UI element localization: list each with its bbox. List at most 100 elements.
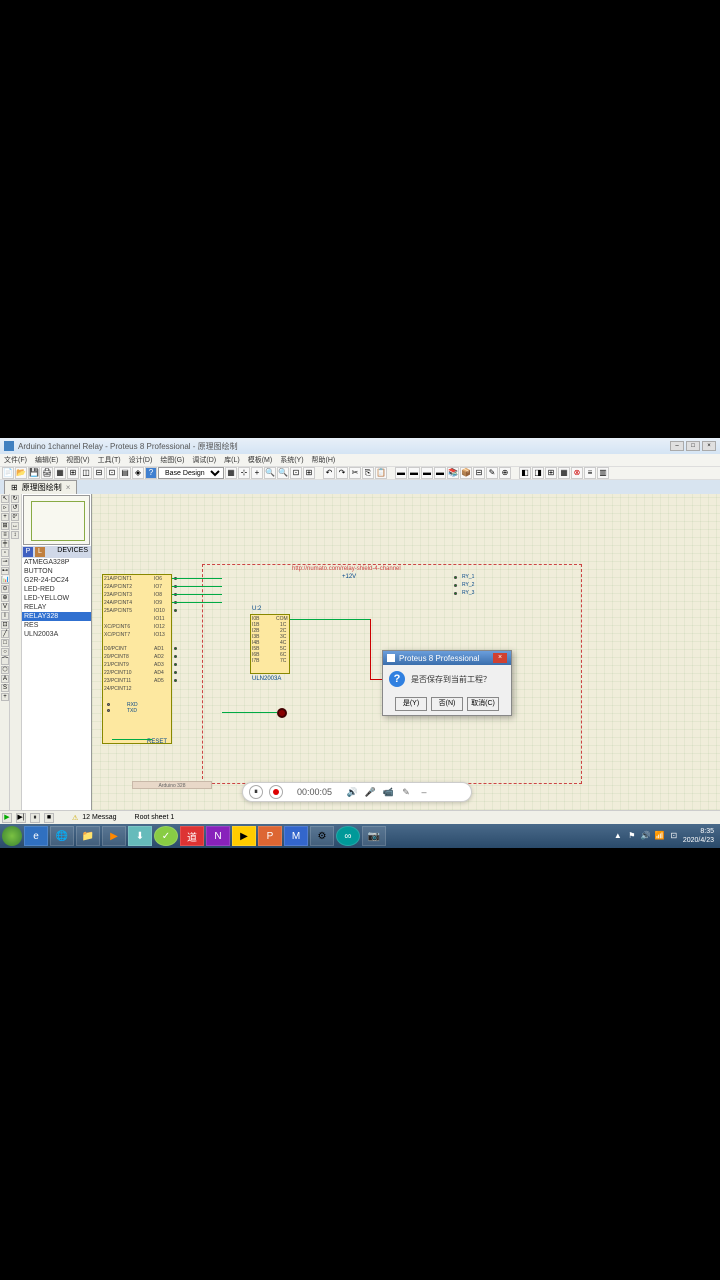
menu-file[interactable]: 文件(F) [4, 455, 27, 465]
gen-tool[interactable]: ⊕ [1, 594, 9, 602]
device-item[interactable]: RES [22, 621, 91, 630]
lib-pick-button[interactable]: L [35, 547, 45, 557]
no-button[interactable]: 否(N) [431, 697, 463, 711]
paste-button[interactable]: 📋 [375, 467, 387, 479]
label-tool[interactable]: ⊞ [1, 522, 9, 530]
help-button[interactable]: ? [145, 467, 157, 479]
device-item[interactable]: LED-YELLOW [22, 594, 91, 603]
schematic-canvas[interactable]: http://numato.com/relay-shield-4-channel… [92, 494, 720, 810]
tape-tool[interactable]: ⊙ [1, 585, 9, 593]
menu-graph[interactable]: 绘图(G) [160, 455, 184, 465]
tool-x[interactable]: ✎ [486, 467, 498, 479]
minimize-button[interactable]: – [670, 441, 684, 451]
text-tool[interactable]: ≡ [1, 531, 9, 539]
device-list[interactable]: ATMEGA328P BUTTON G2R-24-DC24 LED-RED LE… [22, 558, 91, 810]
tab-close-icon[interactable]: × [66, 483, 71, 492]
tool-a[interactable]: ⊞ [67, 467, 79, 479]
cut-button[interactable]: ✂ [349, 467, 361, 479]
messages-label[interactable]: 12 Messag [82, 814, 116, 821]
junction-tool[interactable]: + [1, 513, 9, 521]
taskbar-app[interactable]: e [24, 826, 48, 846]
tool-e[interactable]: ▤ [119, 467, 131, 479]
menu-system[interactable]: 系统(Y) [280, 455, 303, 465]
taskbar-app[interactable]: ▶ [232, 826, 256, 846]
pointer-tool[interactable]: ↖ [1, 495, 9, 503]
dialog-close-button[interactable]: × [493, 653, 507, 663]
tray-icon[interactable]: ⊡ [669, 831, 679, 841]
origin-button[interactable]: + [251, 467, 263, 479]
tray-icon[interactable]: 📶 [655, 831, 665, 841]
bus-tool[interactable]: ╪ [1, 540, 9, 548]
block-c[interactable]: ▬ [421, 467, 433, 479]
record-button[interactable] [269, 785, 283, 799]
device-item[interactable]: BUTTON [22, 567, 91, 576]
arc-tool[interactable]: ⌒ [1, 657, 9, 665]
tray-icon[interactable]: 🔊 [641, 831, 651, 841]
block-a[interactable]: ▬ [395, 467, 407, 479]
tool-f[interactable]: ◈ [132, 467, 144, 479]
tool-6[interactable]: ≡ [584, 467, 596, 479]
pkg-button[interactable]: 📦 [460, 467, 472, 479]
block-b[interactable]: ▬ [408, 467, 420, 479]
taskbar-app[interactable]: ∞ [336, 826, 360, 846]
menu-debug[interactable]: 调试(D) [192, 455, 216, 465]
taskbar-app[interactable]: 🌐 [50, 826, 74, 846]
snap-button[interactable]: ⊹ [238, 467, 250, 479]
menu-help[interactable]: 帮助(H) [312, 455, 336, 465]
mirror-h[interactable]: ↔ [11, 522, 19, 530]
taskbar-app[interactable]: N [206, 826, 230, 846]
tray-icon[interactable]: ⚑ [627, 831, 637, 841]
tool-c[interactable]: ⊟ [93, 467, 105, 479]
probe-i-tool[interactable]: I [1, 612, 9, 620]
block-d[interactable]: ▬ [434, 467, 446, 479]
marker-tool[interactable]: + [1, 693, 9, 701]
new-button[interactable]: 📄 [2, 467, 14, 479]
tool-7[interactable]: ▥ [597, 467, 609, 479]
redo-button[interactable]: ↷ [336, 467, 348, 479]
yes-button[interactable]: 是(Y) [395, 697, 427, 711]
area-button[interactable]: ▦ [54, 467, 66, 479]
taskbar-app[interactable]: P [258, 826, 282, 846]
minimize-icon[interactable]: – [418, 787, 430, 797]
tool-4[interactable]: ▦ [558, 467, 570, 479]
taskbar-app[interactable]: ⚙ [310, 826, 334, 846]
device-item[interactable]: LED-RED [22, 585, 91, 594]
device-item[interactable]: RELAY [22, 603, 91, 612]
tab-schematic[interactable]: ⊞ 原理图绘制 × [4, 480, 77, 494]
taskbar-app[interactable]: ⬇ [128, 826, 152, 846]
taskbar-app[interactable]: M [284, 826, 308, 846]
taskbar-app[interactable]: ▶ [102, 826, 126, 846]
stop-button[interactable]: ■ [44, 813, 54, 823]
menu-template[interactable]: 模板(M) [248, 455, 273, 465]
taskbar-app[interactable]: 📁 [76, 826, 100, 846]
pin-tool[interactable]: ⊷ [1, 567, 9, 575]
decomp-button[interactable]: ⊟ [473, 467, 485, 479]
symbol-tool[interactable]: S [1, 684, 9, 692]
taskbar-app[interactable]: ✓ [154, 826, 178, 846]
taskbar-app[interactable]: 道 [180, 826, 204, 846]
device-item-selected[interactable]: RELAY328 [22, 612, 91, 621]
tool-d[interactable]: ⊡ [106, 467, 118, 479]
rotate-cw[interactable]: ↺ [11, 504, 19, 512]
pause-sim-button[interactable]: ⏸ [30, 813, 40, 823]
dialog-titlebar[interactable]: Proteus 8 Professional × [383, 651, 511, 665]
close-button[interactable]: × [702, 441, 716, 451]
menu-lib[interactable]: 库(L) [224, 455, 240, 465]
clock[interactable]: 8:35 2020/4/23 [683, 827, 714, 845]
open-button[interactable]: 📂 [15, 467, 27, 479]
cancel-button[interactable]: 取消(C) [467, 697, 499, 711]
menu-view[interactable]: 视图(V) [66, 455, 89, 465]
zoom-fit-button[interactable]: ⊡ [290, 467, 302, 479]
char-tool[interactable]: A [1, 675, 9, 683]
line-tool[interactable]: ╱ [1, 630, 9, 638]
print-button[interactable]: 🖨 [41, 467, 53, 479]
lib-button[interactable]: 📚 [447, 467, 459, 479]
probe-v-tool[interactable]: V [1, 603, 9, 611]
pick-button[interactable]: P [23, 547, 33, 557]
menu-design[interactable]: 设计(D) [129, 455, 153, 465]
volume-icon[interactable]: 🔊 [346, 787, 358, 798]
subcircuit-tool[interactable]: ▫ [1, 549, 9, 557]
taskbar-app[interactable]: 📷 [362, 826, 386, 846]
device-item[interactable]: ATMEGA328P [22, 558, 91, 567]
instrument-tool[interactable]: ⊡ [1, 621, 9, 629]
